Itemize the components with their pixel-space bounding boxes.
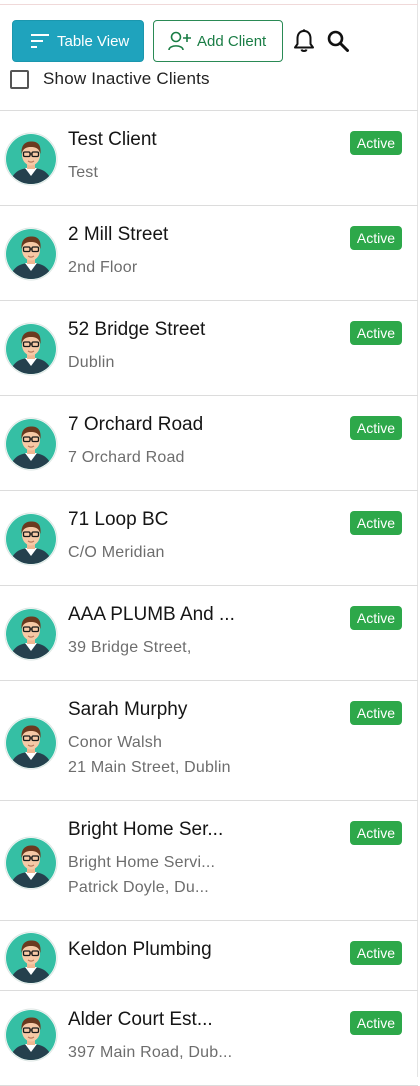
client-name: Test Client — [68, 129, 157, 150]
client-avatar — [4, 607, 58, 661]
client-avatar — [4, 716, 58, 770]
filter-lines-icon — [31, 34, 49, 48]
client-name: 71 Loop BC — [68, 509, 169, 530]
client-name: Keldon Plumbing — [68, 939, 212, 960]
client-avatar — [4, 322, 58, 376]
client-name: 7 Orchard Road — [68, 414, 204, 435]
client-avatar — [4, 417, 58, 471]
client-avatar — [4, 1008, 58, 1062]
client-avatar — [4, 836, 58, 890]
add-client-button[interactable]: Add Client — [153, 20, 283, 62]
client-row[interactable]: Keldon Plumbing Active — [0, 921, 418, 991]
client-detail-line: Dublin — [68, 354, 115, 371]
search-icon — [327, 30, 349, 52]
client-row[interactable]: AAA PLUMB And ... 39 Bridge Street, Active — [0, 586, 418, 681]
table-view-label: Table View — [57, 32, 130, 50]
client-avatar — [4, 227, 58, 281]
client-row[interactable]: Bright Home Ser... Bright Home Servi... Pa… — [0, 801, 418, 921]
client-row[interactable]: Sarah Murphy Conor Walsh 21 Main Street, D… — [0, 681, 418, 801]
client-row[interactable]: Alder Court Est... 397 Main Road, Dub... A… — [0, 991, 418, 1086]
search-button[interactable] — [326, 20, 350, 62]
status-badge: Active — [349, 821, 402, 845]
top-divider — [0, 4, 418, 5]
client-name: AAA PLUMB And ... — [68, 604, 235, 625]
client-detail-line: C/O Meridian — [68, 544, 165, 561]
status-badge: Active — [349, 701, 402, 725]
client-avatar — [4, 132, 58, 186]
status-badge: Active — [349, 226, 402, 250]
status-badge: Active — [349, 131, 402, 155]
client-name: 2 Mill Street — [68, 224, 169, 245]
client-avatar — [4, 512, 58, 566]
client-row[interactable]: Test Client Test Active — [0, 111, 418, 206]
status-badge: Active — [349, 941, 402, 965]
status-badge: Active — [349, 416, 402, 440]
table-view-button[interactable]: Table View — [12, 20, 144, 62]
client-detail-line: Conor Walsh — [68, 734, 163, 751]
client-name: Sarah Murphy — [68, 699, 188, 720]
client-detail-line: 397 Main Road, Dub... — [68, 1044, 233, 1061]
client-list: Test Client Test Active 2 Mill Street 2nd Fl… — [0, 110, 418, 1086]
status-badge: Active — [349, 511, 402, 535]
client-name: Alder Court Est... — [68, 1009, 213, 1030]
client-row[interactable]: 2 Mill Street 2nd Floor Active — [0, 206, 418, 301]
add-user-icon — [168, 31, 191, 51]
client-list-screen: Table View Add Client Show Inactive Clie… — [0, 0, 418, 1086]
client-name: 52 Bridge Street — [68, 319, 206, 340]
add-client-label: Add Client — [197, 32, 267, 50]
show-inactive-checkbox[interactable] — [10, 69, 29, 89]
status-badge: Active — [349, 1011, 402, 1035]
client-detail-line: 21 Main Street, Dublin — [68, 759, 231, 776]
client-row[interactable]: 71 Loop BC C/O Meridian Active — [0, 491, 418, 586]
client-detail-line: Test — [68, 164, 99, 181]
client-detail-line: 2nd Floor — [68, 259, 138, 276]
status-badge: Active — [349, 606, 402, 630]
client-detail-line: 7 Orchard Road — [68, 449, 185, 466]
status-badge: Active — [349, 321, 402, 345]
client-row[interactable]: 52 Bridge Street Dublin Active — [0, 301, 418, 396]
show-inactive-toggle[interactable]: Show Inactive Clients — [10, 69, 210, 89]
bell-icon — [294, 29, 314, 52]
show-inactive-label: Show Inactive Clients — [43, 69, 210, 88]
client-detail-line: Bright Home Servi... — [68, 854, 216, 871]
client-avatar — [4, 931, 58, 985]
client-row[interactable]: 7 Orchard Road 7 Orchard Road Active — [0, 396, 418, 491]
client-detail-line: Patrick Doyle, Du... — [68, 879, 209, 896]
toolbar: Table View Add Client — [12, 20, 350, 62]
notifications-button[interactable] — [292, 20, 316, 62]
client-name: Bright Home Ser... — [68, 819, 224, 840]
client-detail-line: 39 Bridge Street, — [68, 639, 192, 656]
